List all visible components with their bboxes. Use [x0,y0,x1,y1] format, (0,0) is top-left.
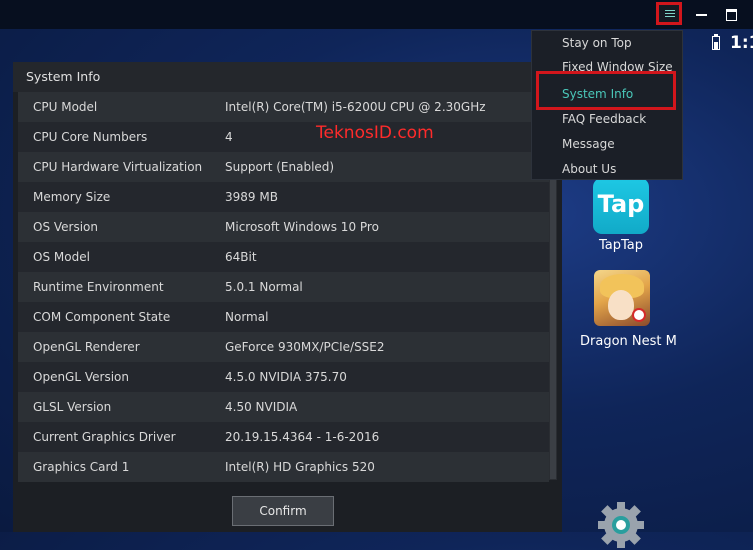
menu-item-faq-feedback[interactable]: FAQ Feedback [562,109,646,129]
taptap-app-label[interactable]: TapTap [599,238,643,253]
maximize-icon[interactable] [720,3,744,25]
row-value: Intel(R) HD Graphics 520 [225,460,375,474]
settings-gear-icon[interactable] [596,500,646,550]
confirm-button[interactable]: Confirm [232,496,334,526]
row-value: Microsoft Windows 10 Pro [225,220,379,234]
row-label: OpenGL Version [33,370,129,384]
row-label: Memory Size [33,190,111,204]
row-value: 20.19.15.4364 - 1-6-2016 [225,430,380,444]
row-value: 4.5.0 NVIDIA 375.70 [225,370,347,384]
table-row: Memory Size 3989 MB [18,182,549,212]
watermark: TeknosID.com [316,123,434,143]
menu-item-stay-on-top[interactable]: Stay on Top [562,33,632,53]
table-row: OS Version Microsoft Windows 10 Pro [18,212,549,242]
row-label: Current Graphics Driver [33,430,176,444]
taptap-icon-text: Tap [597,190,645,218]
table-row: OS Model 64Bit [18,242,549,272]
hamburger-menu-icon[interactable] [656,2,682,25]
minimize-icon[interactable] [690,3,714,25]
row-label: GLSL Version [33,400,112,414]
table-row: GLSL Version 4.50 NVIDIA [18,392,549,422]
table-row: CPU Hardware Virtualization Support (Enab… [18,152,549,182]
row-label: Graphics Card 1 [33,460,130,474]
table-row: OpenGL Version 4.5.0 NVIDIA 375.70 [18,362,549,392]
row-label: CPU Hardware Virtualization [33,160,203,174]
row-value: Normal [225,310,269,324]
row-label: OS Version [33,220,99,234]
android-status-bar: 1:1 [704,29,753,57]
table-row: OpenGL Renderer GeForce 930MX/PCIe/SSE2 [18,332,549,362]
table-row: Runtime Environment 5.0.1 Normal [18,272,549,302]
row-label: OS Model [33,250,90,264]
row-label: CPU Core Numbers [33,130,148,144]
row-value: 64Bit [225,250,257,264]
dragon-nest-app-icon[interactable] [594,270,650,326]
highlight-annotation-box [536,71,676,110]
row-value: Intel(R) Core(TM) i5-6200U CPU @ 2.30GHz [225,100,486,114]
row-label: CPU Model [33,100,98,114]
row-label: OpenGL Renderer [33,340,140,354]
table-row: Graphics Card 1 Intel(R) HD Graphics 520 [18,452,549,482]
row-value: Support (Enabled) [225,160,335,174]
info-table: CPU Model Intel(R) Core(TM) i5-6200U CPU … [18,92,549,482]
menu-item-about-us[interactable]: About Us [562,159,616,179]
table-row: Current Graphics Driver 20.19.15.4364 - 1… [18,422,549,452]
battery-charging-icon [712,34,720,50]
table-row: CPU Model Intel(R) Core(TM) i5-6200U CPU … [18,92,549,122]
dialog-title: System Info [13,62,562,92]
system-info-dialog: System Info CPU Model Intel(R) Core(TM) i… [13,62,562,532]
dragon-nest-app-label[interactable]: Dragon Nest M [580,334,677,349]
status-clock: 1:1 [730,33,753,53]
title-bar [0,0,753,29]
taptap-app-icon[interactable]: Tap [593,178,649,234]
row-value: 3989 MB [225,190,278,204]
row-value: GeForce 930MX/PCIe/SSE2 [225,340,385,354]
row-value: 4.50 NVIDIA [225,400,298,414]
row-label: COM Component State [33,310,171,324]
table-row: CPU Core Numbers 4 [18,122,549,152]
row-value: 5.0.1 Normal [225,280,303,294]
table-row: COM Component State Normal [18,302,549,332]
row-value: 4 [225,130,233,144]
row-label: Runtime Environment [33,280,164,294]
menu-item-message[interactable]: Message [562,134,615,154]
